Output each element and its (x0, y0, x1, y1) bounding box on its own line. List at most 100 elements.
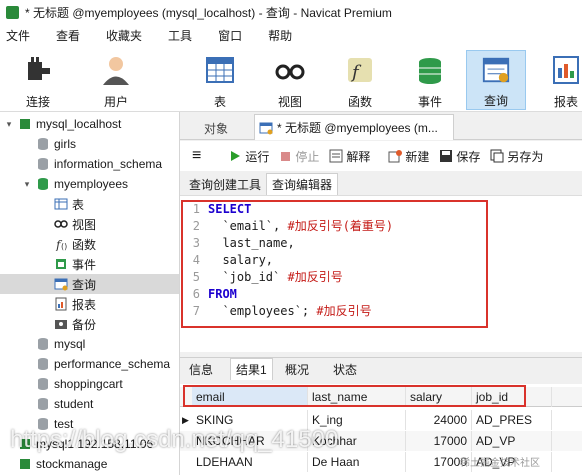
explain-button-label: 解释 (346, 149, 371, 164)
query-toolbar: ≡ 运行 停止 解释 新建 保存 另存为 (180, 141, 582, 171)
expand-arrow-icon[interactable]: ▾ (22, 179, 32, 190)
tree-item[interactable]: 事件 (0, 254, 179, 274)
tree-item[interactable]: test (0, 414, 179, 434)
tree-item[interactable]: 表 (0, 194, 179, 214)
menu-item-4[interactable]: 窗口 (218, 27, 242, 44)
table-cell[interactable]: K_ing (308, 410, 406, 430)
tree-item[interactable]: f() 函数 (0, 234, 179, 254)
tree-item-label: 表 (72, 197, 85, 212)
table-cell[interactable]: NKOCHHAR (192, 431, 308, 451)
menu-item-5[interactable]: 帮助 (268, 27, 292, 44)
tree-item[interactable]: 报表 (0, 294, 179, 314)
table-cell[interactable]: 24000 (406, 410, 472, 430)
user-icon (103, 57, 129, 85)
toolbar-button-1[interactable]: 用户 (86, 50, 146, 110)
toolbar-button-0[interactable]: 连接 (8, 50, 68, 110)
tab-status[interactable]: 状态 (328, 358, 362, 380)
event-icon (419, 58, 441, 84)
toolbar-button-2[interactable]: 表 (190, 50, 250, 110)
table-cell[interactable]: SKING (192, 410, 308, 430)
query-icon (482, 57, 510, 83)
run-button[interactable]: 运行 (229, 148, 269, 165)
explain-icon (329, 149, 343, 163)
tree-item[interactable]: ▾ mysql_localhost (0, 114, 179, 134)
event-icon (56, 259, 66, 269)
tree-item[interactable]: mysql1 192.158.11.06 (0, 434, 179, 454)
backup-icon (55, 320, 67, 329)
tab-query-editor[interactable]: 查询编辑器 (266, 173, 339, 195)
table-row[interactable]: ▶ SKING K_ing 24000 AD_PRES (180, 410, 582, 430)
tree-item[interactable]: ▾ myemployees (0, 174, 179, 194)
run-button-label: 运行 (245, 149, 270, 164)
tree-item-label: shoppingcart (54, 377, 123, 391)
tab-query[interactable]: * 无标题 @myemployees (m... (254, 114, 454, 140)
table-cell[interactable]: De Haan (308, 452, 406, 472)
tree-item-label: mysql (54, 337, 86, 351)
tab-objects[interactable]: 对象 (180, 116, 252, 140)
tab-result1[interactable]: 结果1 (230, 358, 273, 380)
tree-item-label: 视图 (72, 217, 97, 232)
toolbar-label: 事件 (417, 95, 442, 109)
toolbar-button-5[interactable]: 事件 (400, 50, 460, 110)
tree-item[interactable]: stockmanage (0, 454, 179, 474)
navicat-app-icon (6, 5, 19, 19)
toolbar-label: 函数 (347, 95, 372, 109)
toolbar-label: 表 (213, 95, 226, 109)
tree-item-label: 函数 (72, 237, 97, 252)
save-as-button-label: 另存为 (507, 149, 544, 164)
tree-item-label: mysql_localhost (36, 117, 122, 131)
tree-item-label: 备份 (72, 317, 97, 332)
glasses-icon (54, 220, 68, 228)
table-row[interactable]: NKOCHHAR Kochhar 17000 AD_VP (180, 431, 582, 451)
main-toolbar: 连接 用户 表 视图 f 函数 事件 查询 报表 (0, 46, 582, 112)
database-icon (38, 358, 48, 370)
new-button[interactable]: 新建 (388, 148, 429, 165)
highlight-box-sql (181, 200, 488, 328)
tab-info[interactable]: 信息 (184, 358, 218, 380)
stop-button[interactable]: 停止 (279, 148, 319, 165)
table-cell[interactable]: Kochhar (308, 431, 406, 451)
menu-item-2[interactable]: 收藏夹 (106, 27, 142, 44)
toolbar-button-6[interactable]: 查询 (466, 50, 526, 110)
new-query-icon (388, 150, 403, 163)
menu-item-0[interactable]: 文件 (6, 27, 30, 44)
tree-item[interactable]: 查询 (0, 274, 179, 294)
menu-item-3[interactable]: 工具 (168, 27, 192, 44)
tree-item-label: information_schema (54, 157, 163, 171)
menu-item-1[interactable]: 查看 (56, 27, 80, 44)
table-cell[interactable]: LDEHAAN (192, 452, 308, 472)
function-icon: f (348, 58, 372, 83)
database-icon (38, 338, 48, 350)
tree-item[interactable]: mysql (0, 334, 179, 354)
tab-query-builder[interactable]: 查询创建工具 (184, 173, 266, 195)
table-cell[interactable]: AD_VP (472, 431, 552, 451)
tab-profile[interactable]: 概况 (280, 358, 314, 380)
tree-item-label: 查询 (72, 277, 97, 292)
function-icon: f() (55, 238, 67, 251)
save-button[interactable]: 保存 (439, 148, 480, 165)
menu-button[interactable]: ≡ (192, 147, 201, 165)
tree-item[interactable]: information_schema (0, 154, 179, 174)
toolbar-label: 视图 (277, 95, 302, 109)
explain-button[interactable]: 解释 (329, 148, 370, 165)
database-icon (38, 158, 48, 170)
tree-item[interactable]: 视图 (0, 214, 179, 234)
database-icon (38, 138, 48, 150)
toolbar-button-7[interactable]: 报表 (536, 50, 582, 110)
toolbar-button-3[interactable]: 视图 (260, 50, 320, 110)
tree-item[interactable]: student (0, 394, 179, 414)
tree-item-label: test (54, 417, 74, 431)
save-as-icon (490, 149, 504, 163)
title-bar: * 无标题 @myemployees (mysql_localhost) - 查… (0, 0, 582, 24)
query-icon (54, 278, 68, 291)
table-cell[interactable]: AD_PRES (472, 410, 552, 430)
tree-item[interactable]: girls (0, 134, 179, 154)
tree-item[interactable]: 备份 (0, 314, 179, 334)
save-as-button[interactable]: 另存为 (490, 148, 543, 165)
expand-arrow-icon[interactable]: ▾ (4, 119, 14, 130)
tree-item[interactable]: shoppingcart (0, 374, 179, 394)
table-cell[interactable]: 17000 (406, 431, 472, 451)
table-icon (54, 198, 68, 210)
tree-item[interactable]: performance_schema (0, 354, 179, 374)
toolbar-button-4[interactable]: f 函数 (330, 50, 390, 110)
